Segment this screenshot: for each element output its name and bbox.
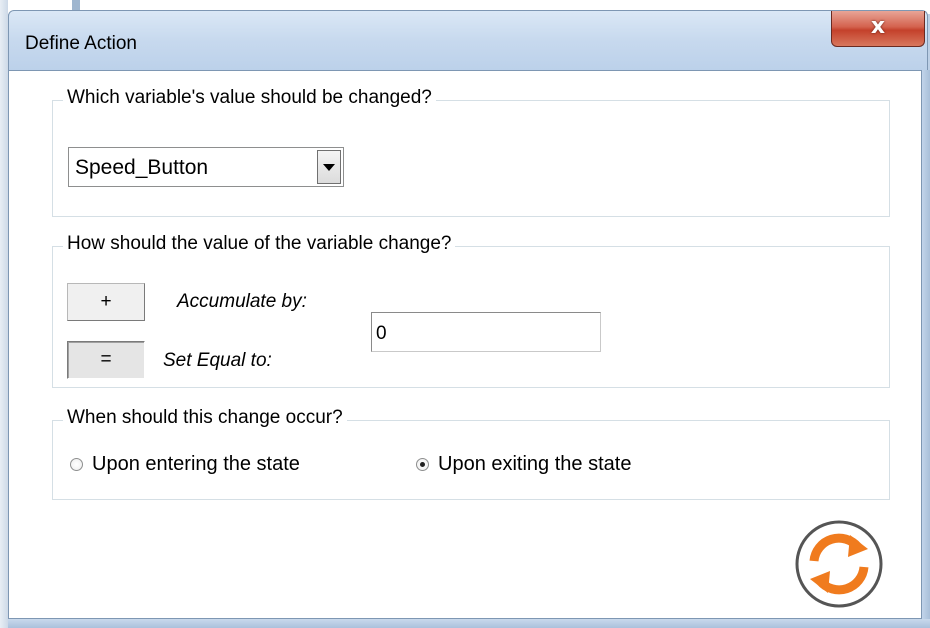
- close-button[interactable]: x: [831, 11, 925, 47]
- radio-upon-exiting[interactable]: Upon exiting the state: [416, 453, 631, 476]
- chevron-down-icon: [323, 164, 335, 171]
- close-icon: x: [870, 14, 886, 39]
- window-title: Define Action: [25, 33, 137, 54]
- define-action-window: Define Action x Which variable's value s…: [0, 0, 930, 628]
- dropdown-button[interactable]: [317, 150, 341, 184]
- timing-group-title: When should this change occur?: [63, 407, 347, 429]
- accumulate-button[interactable]: +: [67, 283, 145, 321]
- radio-upon-entering[interactable]: Upon entering the state: [70, 453, 300, 476]
- window-right-border: [922, 70, 930, 628]
- title-bar: Define Action x: [8, 10, 928, 70]
- variable-group: Which variable's value should be changed…: [52, 87, 890, 217]
- radio-button[interactable]: [416, 458, 429, 471]
- window-bottom-border: [8, 619, 930, 628]
- variable-select[interactable]: Speed_Button: [68, 147, 344, 187]
- change-group-title: How should the value of the variable cha…: [63, 233, 456, 255]
- dialog-body: Which variable's value should be changed…: [8, 70, 922, 619]
- change-group: How should the value of the variable cha…: [52, 233, 890, 388]
- radio-label: Upon exiting the state: [438, 453, 632, 475]
- radio-button[interactable]: [70, 458, 83, 471]
- radio-label: Upon entering the state: [92, 453, 300, 475]
- value-input-text: 0: [376, 323, 387, 344]
- refresh-icon[interactable]: [794, 519, 884, 609]
- variable-select-value: Speed_Button: [75, 156, 209, 179]
- timing-group: When should this change occur? Upon ente…: [52, 407, 890, 500]
- variable-group-title: Which variable's value should be changed…: [63, 87, 436, 109]
- value-input[interactable]: 0: [371, 312, 601, 352]
- window-left-border: [0, 0, 8, 628]
- set-equal-label: Set Equal to:: [163, 350, 272, 371]
- set-equal-button[interactable]: =: [67, 341, 145, 379]
- accumulate-label: Accumulate by:: [177, 291, 307, 312]
